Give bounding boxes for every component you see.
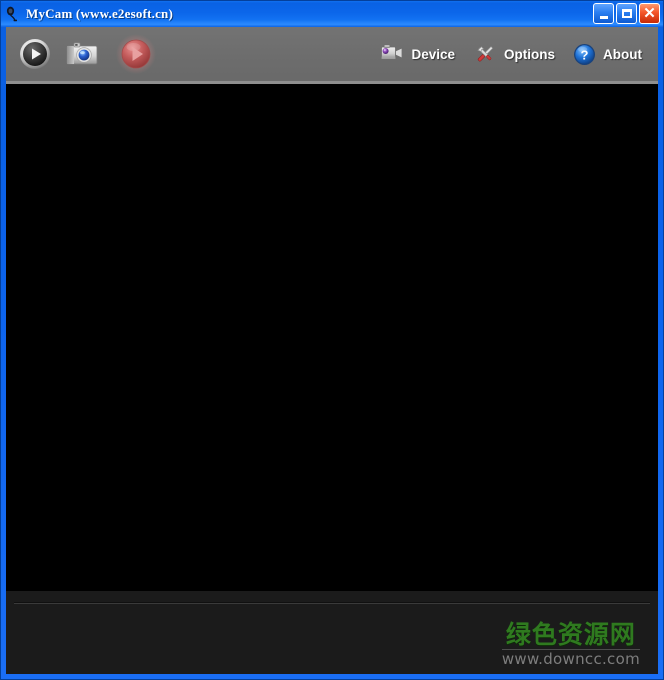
video-preview-area[interactable] xyxy=(6,84,658,591)
close-icon: ✕ xyxy=(643,4,656,22)
title-bar[interactable]: MyCam (www.e2esoft.cn) ✕ xyxy=(1,1,663,27)
panel-divider xyxy=(14,602,650,604)
device-menu-label: Device xyxy=(411,46,456,62)
tools-icon xyxy=(477,46,494,62)
toolbar: Device Options ? About xyxy=(6,27,658,84)
options-menu[interactable]: Options xyxy=(473,43,555,65)
about-menu-label: About xyxy=(603,46,642,62)
bottom-status-panel: 绿色资源网 www.downcc.com xyxy=(6,591,658,674)
minimize-button[interactable] xyxy=(593,3,614,24)
camcorder-icon xyxy=(381,44,403,60)
preview-play-button[interactable] xyxy=(19,38,51,70)
minimize-icon xyxy=(599,15,608,19)
record-button[interactable] xyxy=(115,33,157,75)
maximize-button[interactable] xyxy=(616,3,637,24)
question-circle-icon: ? xyxy=(574,43,596,65)
window-controls: ✕ xyxy=(593,3,660,24)
play-circle-icon xyxy=(20,39,50,69)
watermark-title: 绿色资源网 xyxy=(505,619,636,649)
client-area: Device Options ? About 绿色资源网 www.downcc.… xyxy=(6,27,658,674)
about-menu[interactable]: ? About xyxy=(573,43,642,66)
watermark: 绿色资源网 www.downcc.com xyxy=(501,619,640,669)
toolbar-menu: Device Options ? About xyxy=(380,43,658,66)
window-title: MyCam (www.e2esoft.cn) xyxy=(26,6,174,21)
webcam-icon xyxy=(4,5,22,23)
record-play-icon xyxy=(116,34,156,74)
maximize-icon xyxy=(621,9,632,18)
close-button[interactable]: ✕ xyxy=(639,3,660,24)
device-menu[interactable]: Device xyxy=(380,43,455,65)
svg-text:?: ? xyxy=(581,47,589,62)
snapshot-button[interactable] xyxy=(65,39,99,69)
camera-icon xyxy=(66,42,98,65)
watermark-url: www.downcc.com xyxy=(501,649,640,668)
application-window: MyCam (www.e2esoft.cn) ✕ Device Options … xyxy=(0,0,664,680)
options-menu-label: Options xyxy=(504,46,556,62)
toolbar-action-buttons xyxy=(6,33,157,75)
